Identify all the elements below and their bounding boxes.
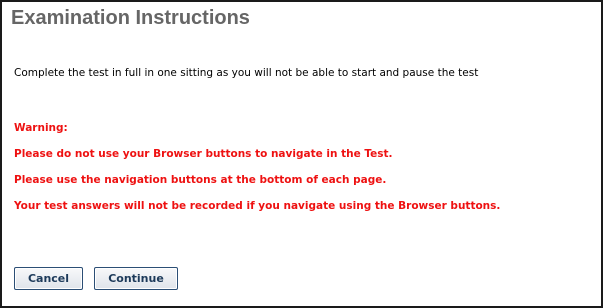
continue-button[interactable]: Continue xyxy=(94,267,178,290)
warning-line-answers-not-recorded: Your test answers will not be recorded i… xyxy=(14,200,501,212)
page-title: Examination Instructions xyxy=(11,7,250,29)
warning-line-navigation-buttons: Please use the navigation buttons at the… xyxy=(14,174,387,186)
instruction-text: Complete the test in full in one sitting… xyxy=(14,67,479,79)
warning-heading: Warning: xyxy=(14,122,68,134)
warning-line-browser-buttons: Please do not use your Browser buttons t… xyxy=(14,148,393,160)
cancel-button[interactable]: Cancel xyxy=(14,267,83,290)
instructions-panel: Examination Instructions Complete the te… xyxy=(0,0,603,308)
